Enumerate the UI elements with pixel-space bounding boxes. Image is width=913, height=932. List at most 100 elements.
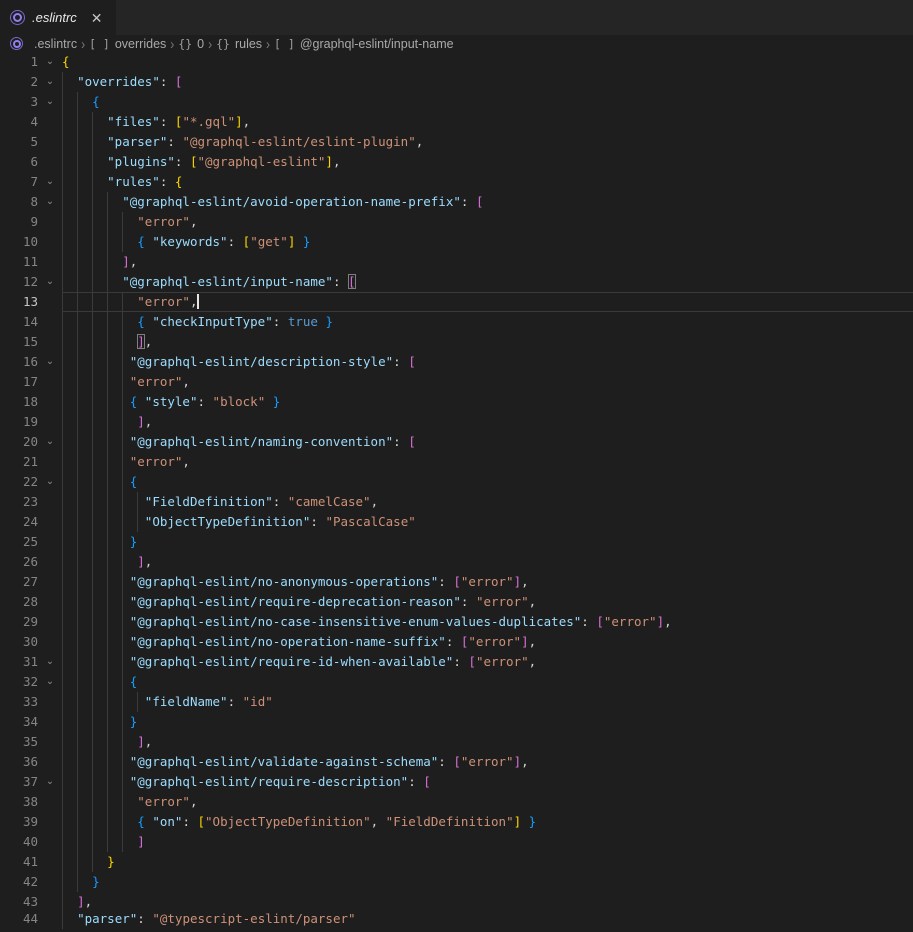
code-line[interactable]: 37⌄ "@graphql-eslint/require-description… <box>0 772 913 792</box>
symbol-kind-icon: [ ] <box>274 37 295 51</box>
code-line[interactable]: 24 "ObjectTypeDefinition": "PascalCase" <box>0 512 913 532</box>
code-line[interactable]: 19 ], <box>0 412 913 432</box>
code-line[interactable]: 15 ], <box>0 332 913 352</box>
line-number: 40 <box>0 832 38 852</box>
code-line[interactable]: 31⌄ "@graphql-eslint/require-id-when-ava… <box>0 652 913 672</box>
breadcrumb-item[interactable]: .eslintrc <box>10 37 77 51</box>
code-line[interactable]: 2⌄ "overrides": [ <box>0 72 913 92</box>
code-token: "error" <box>476 654 529 669</box>
line-number: 9 <box>0 212 38 232</box>
fold-chevron-icon[interactable]: ⌄ <box>38 192 62 212</box>
code-line[interactable]: 8⌄ "@graphql-eslint/avoid-operation-name… <box>0 192 913 212</box>
fold-chevron-icon[interactable]: ⌄ <box>38 432 62 452</box>
code-text: "ObjectTypeDefinition": "PascalCase" <box>62 512 913 532</box>
fold-chevron-icon[interactable]: ⌄ <box>38 472 62 492</box>
fold-chevron-icon[interactable]: ⌄ <box>38 772 62 792</box>
code-line[interactable]: 40 ] <box>0 832 913 852</box>
code-line[interactable]: 27 "@graphql-eslint/no-anonymous-operati… <box>0 572 913 592</box>
editor-lines: 1⌄{2⌄ "overrides": [3⌄ {4 "files": ["*.g… <box>0 52 913 932</box>
code-token: , <box>521 574 529 589</box>
fold-chevron-icon[interactable]: ⌄ <box>38 672 62 692</box>
code-line[interactable]: 41 } <box>0 852 913 872</box>
breadcrumb-item[interactable]: {}0 <box>178 37 204 51</box>
code-line[interactable]: 32⌄ { <box>0 672 913 692</box>
code-line[interactable]: 16⌄ "@graphql-eslint/description-style":… <box>0 352 913 372</box>
code-line[interactable]: 11 ], <box>0 252 913 272</box>
tab-eslintrc[interactable]: .eslintrc ✕ <box>0 0 116 35</box>
code-line[interactable]: 26 ], <box>0 552 913 572</box>
code-line[interactable]: 18 { "style": "block" } <box>0 392 913 412</box>
code-token <box>62 594 130 609</box>
fold-spacer <box>38 492 62 512</box>
code-token: "@graphql-eslint/no-case-insensitive-enu… <box>130 614 582 629</box>
code-token <box>62 314 137 329</box>
code-token: , <box>145 734 153 749</box>
code-line[interactable]: 33 "fieldName": "id" <box>0 692 913 712</box>
tab-close-icon[interactable]: ✕ <box>88 10 106 26</box>
fold-chevron-icon[interactable]: ⌄ <box>38 72 62 92</box>
code-token <box>62 734 137 749</box>
code-line[interactable]: 28 "@graphql-eslint/require-deprecation-… <box>0 592 913 612</box>
code-line[interactable]: 17 "error", <box>0 372 913 392</box>
line-number: 24 <box>0 512 38 532</box>
fold-chevron-icon[interactable]: ⌄ <box>38 172 62 192</box>
code-line[interactable]: 44 "parser": "@typescript-eslint/parser" <box>0 912 913 932</box>
code-token: , <box>664 614 672 629</box>
code-line[interactable]: 14 { "checkInputType": true } <box>0 312 913 332</box>
breadcrumb-item[interactable]: [ ]@graphql-eslint/input-name <box>274 37 454 51</box>
code-line[interactable]: 20⌄ "@graphql-eslint/naming-convention":… <box>0 432 913 452</box>
eslint-icon <box>10 10 25 25</box>
code-line[interactable]: 21 "error", <box>0 452 913 472</box>
code-token <box>62 534 130 549</box>
code-line[interactable]: 10 { "keywords": ["get"] } <box>0 232 913 252</box>
code-line[interactable]: 42 } <box>0 872 913 892</box>
code-line[interactable]: 35 ], <box>0 732 913 752</box>
tab-title: .eslintrc <box>32 10 77 25</box>
code-token: ] <box>325 154 333 169</box>
code-line[interactable]: 7⌄ "rules": { <box>0 172 913 192</box>
breadcrumb-item[interactable]: {}rules <box>216 37 262 51</box>
line-number: 1 <box>0 52 38 72</box>
code-line[interactable]: 5 "parser": "@graphql-eslint/eslint-plug… <box>0 132 913 152</box>
code-text: "parser": "@graphql-eslint/eslint-plugin… <box>62 132 913 152</box>
code-text: "@graphql-eslint/require-id-when-availab… <box>62 652 913 672</box>
code-line[interactable]: 4 "files": ["*.gql"], <box>0 112 913 132</box>
code-token: , <box>190 794 198 809</box>
fold-chevron-icon[interactable]: ⌄ <box>38 52 62 72</box>
code-line[interactable]: 25 } <box>0 532 913 552</box>
fold-spacer <box>38 212 62 232</box>
code-token: , <box>145 414 153 429</box>
code-token: [ <box>198 814 206 829</box>
code-line[interactable]: 34 } <box>0 712 913 732</box>
fold-chevron-icon[interactable]: ⌄ <box>38 92 62 112</box>
fold-chevron-icon[interactable]: ⌄ <box>38 272 62 292</box>
code-line[interactable]: 1⌄{ <box>0 52 913 72</box>
code-line[interactable]: 30 "@graphql-eslint/no-operation-name-su… <box>0 632 913 652</box>
fold-spacer <box>38 372 62 392</box>
code-token: ] <box>77 894 85 909</box>
code-token: "*.gql" <box>182 114 235 129</box>
breadcrumb-item[interactable]: [ ]overrides <box>89 37 166 51</box>
fold-chevron-icon[interactable]: ⌄ <box>38 352 62 372</box>
code-line[interactable]: 12⌄ "@graphql-eslint/input-name": [ <box>0 272 913 292</box>
code-text: "plugins": ["@graphql-eslint"], <box>62 152 913 172</box>
fold-chevron-icon[interactable]: ⌄ <box>38 652 62 672</box>
fold-spacer <box>38 252 62 272</box>
code-line[interactable]: 22⌄ { <box>0 472 913 492</box>
code-token <box>62 394 130 409</box>
code-line[interactable]: 39 { "on": ["ObjectTypeDefinition", "Fie… <box>0 812 913 832</box>
fold-spacer <box>38 632 62 652</box>
code-line[interactable]: 36 "@graphql-eslint/validate-against-sch… <box>0 752 913 772</box>
code-line[interactable]: 23 "FieldDefinition": "camelCase", <box>0 492 913 512</box>
code-line[interactable]: 13 "error", <box>0 292 913 312</box>
code-line[interactable]: 38 "error", <box>0 792 913 812</box>
code-line[interactable]: 6 "plugins": ["@graphql-eslint"], <box>0 152 913 172</box>
code-token <box>62 654 130 669</box>
code-line[interactable]: 29 "@graphql-eslint/no-case-insensitive-… <box>0 612 913 632</box>
code-token: "camelCase" <box>288 494 371 509</box>
line-number: 22 <box>0 472 38 492</box>
code-token: "PascalCase" <box>325 514 415 529</box>
fold-spacer <box>38 612 62 632</box>
code-line[interactable]: 9 "error", <box>0 212 913 232</box>
code-line[interactable]: 3⌄ { <box>0 92 913 112</box>
